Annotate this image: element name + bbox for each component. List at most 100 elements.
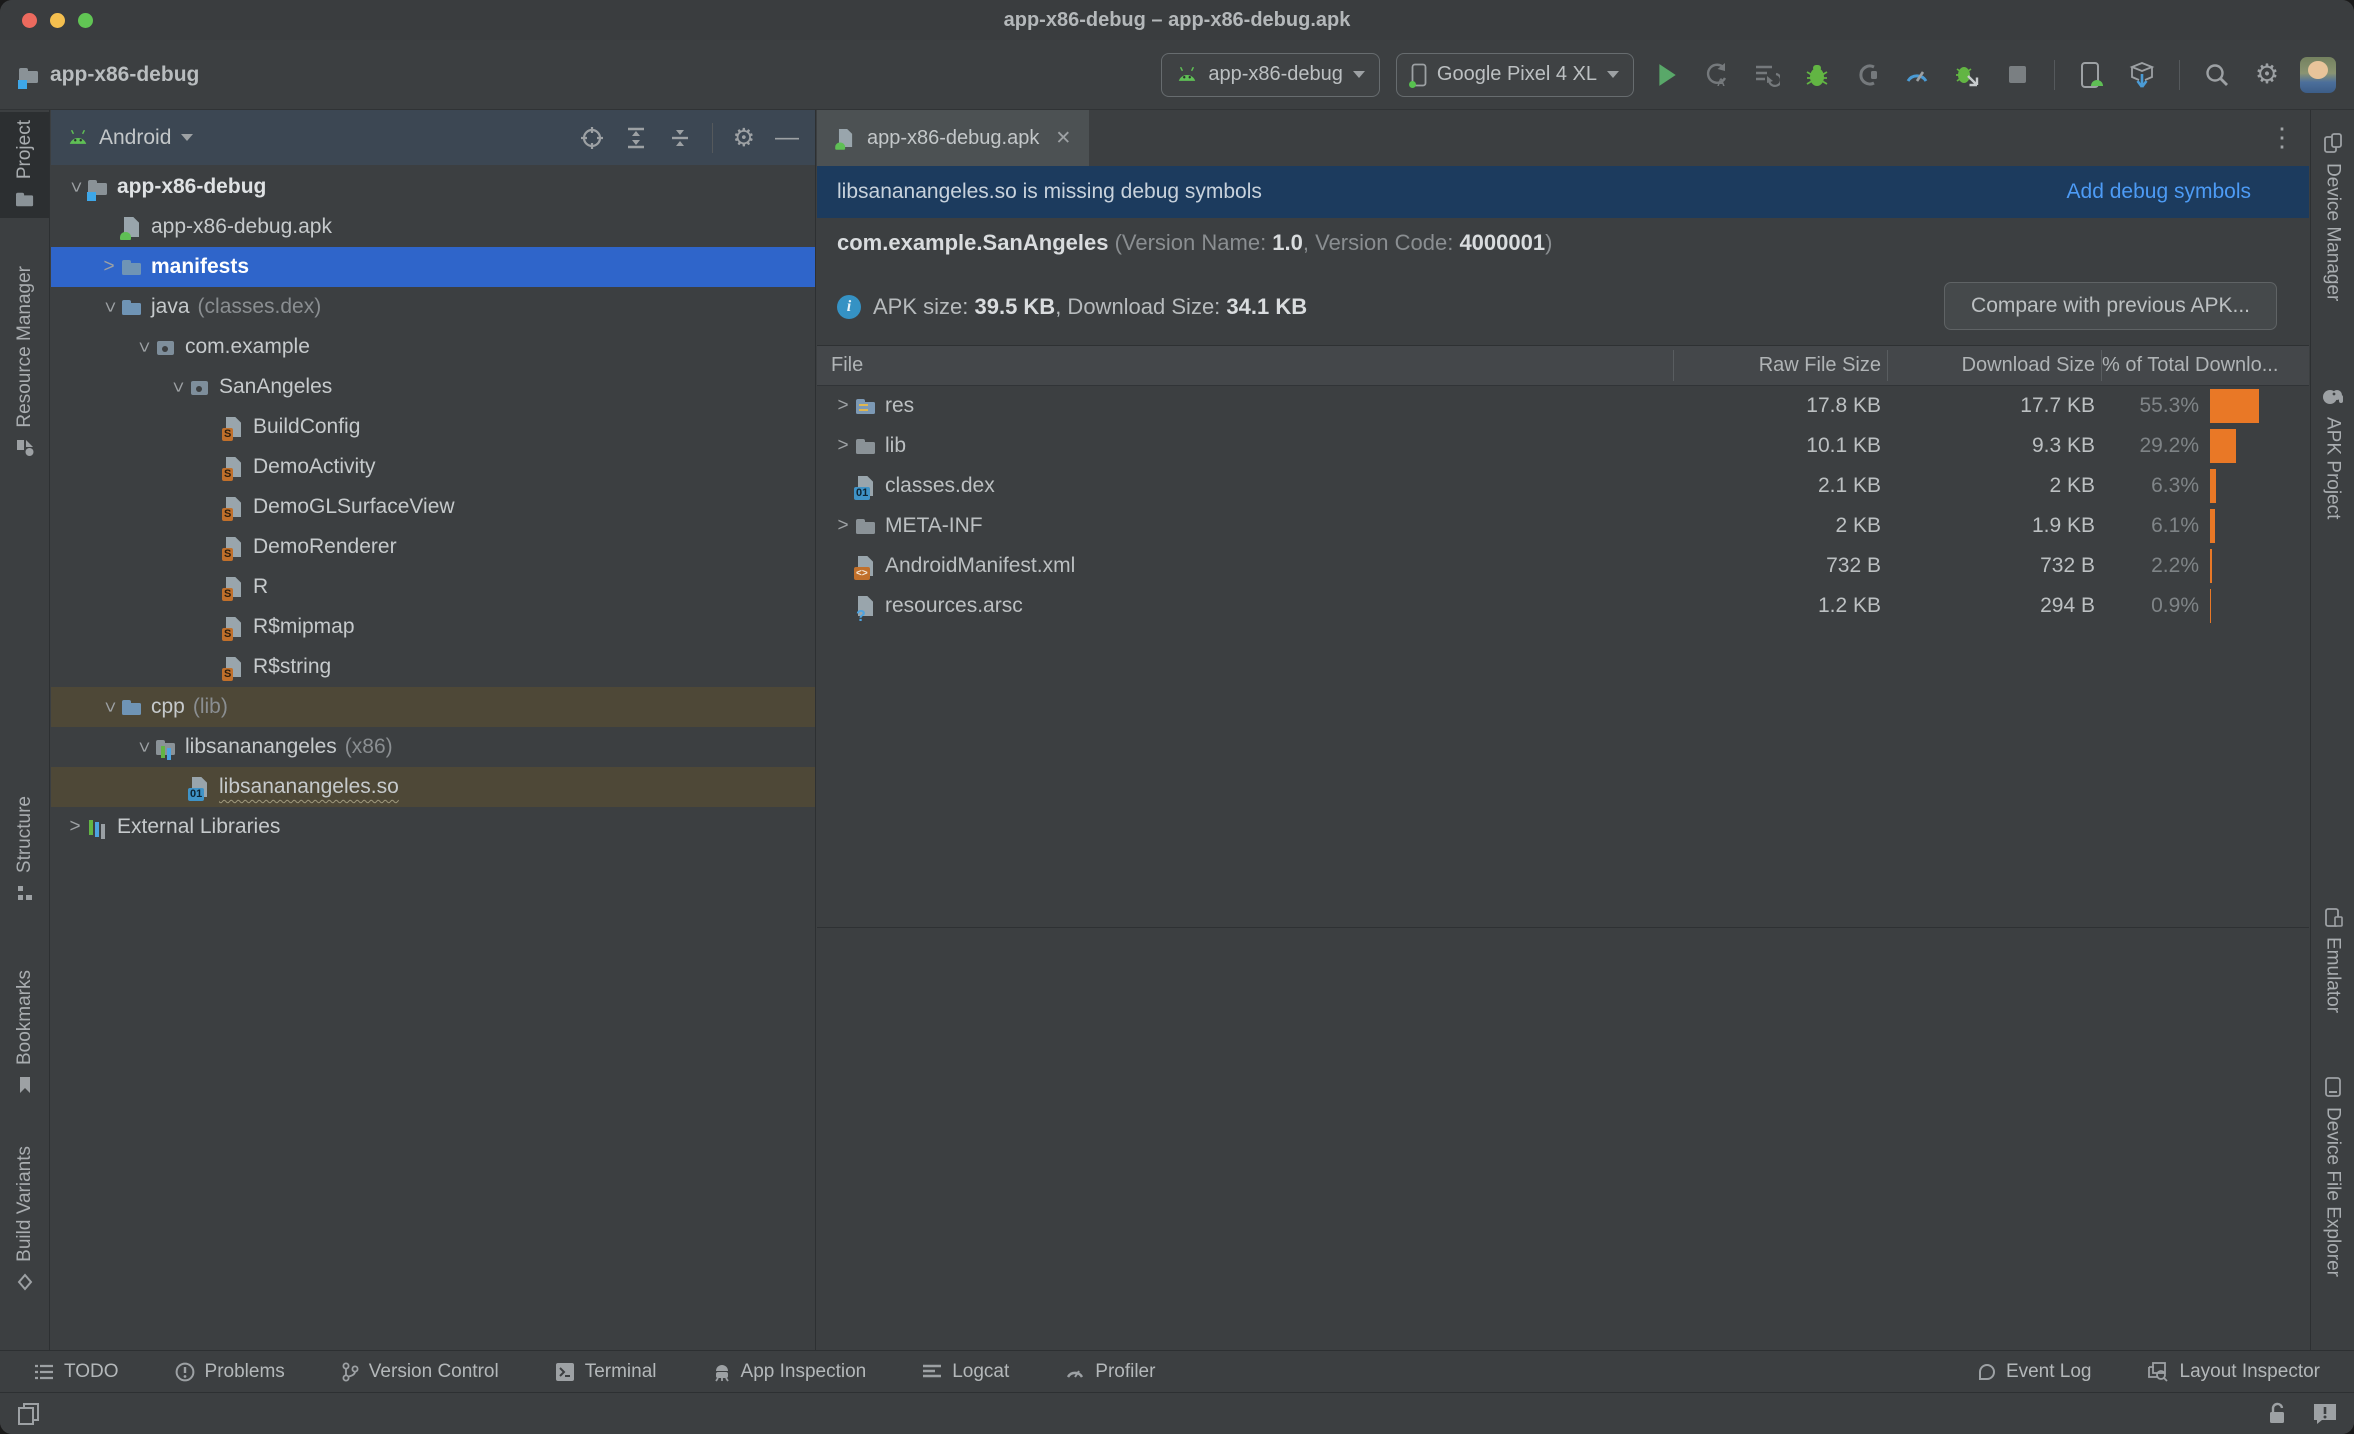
close-tab-icon[interactable]: ✕	[1055, 127, 1071, 150]
table-row[interactable]: ? resources.arsc 1.2 KB 294 B 0.9%	[817, 586, 2309, 626]
tool-button-problems[interactable]: Problems	[175, 1361, 285, 1383]
column-header-file[interactable]: File	[831, 354, 863, 377]
tree-row[interactable]: S R$mipmap	[51, 607, 815, 647]
tab-label: app-x86-debug.apk	[867, 126, 1040, 149]
table-row[interactable]: 01 classes.dex 2.1 KB 2 KB 6.3%	[817, 466, 2309, 506]
tool-button-profiler[interactable]: Profiler	[1065, 1361, 1155, 1383]
chevron-collapsed-icon[interactable]	[831, 515, 855, 537]
sidebar-item-apk-project[interactable]: APK Project	[2311, 378, 2354, 527]
editor-area: app-x86-debug.apk ✕ ⋮ libsananangeles.so…	[817, 110, 2309, 1350]
tree-row[interactable]: External Libraries	[51, 807, 815, 847]
tree-row-highlighted[interactable]: 01 libsananangeles.so	[51, 767, 815, 807]
zoom-window-button[interactable]	[78, 13, 93, 28]
chevron-collapsed-icon[interactable]	[97, 256, 121, 278]
apply-changes-button[interactable]: A	[1700, 58, 1734, 92]
chevron-expanded-icon[interactable]	[98, 695, 120, 719]
compare-apk-button[interactable]: Compare with previous APK...	[1944, 282, 2277, 330]
user-avatar[interactable]	[2300, 56, 2336, 93]
profile-low-overhead-button[interactable]	[1950, 58, 1984, 92]
sidebar-item-device-file-explorer[interactable]: Device File Explorer	[2311, 1068, 2354, 1285]
tree-row-selected[interactable]: manifests	[51, 247, 815, 287]
settings-gear-icon[interactable]: ⚙	[2250, 58, 2284, 92]
chevron-collapsed-icon[interactable]	[63, 816, 87, 838]
tool-button-logcat[interactable]: Logcat	[922, 1361, 1009, 1383]
tree-row[interactable]: S DemoGLSurfaceView	[51, 487, 815, 527]
locate-file-button[interactable]	[580, 126, 604, 150]
sidebar-item-device-manager[interactable]: Device Manager	[2311, 124, 2354, 309]
class-file-icon: S	[222, 496, 245, 521]
project-breadcrumb[interactable]: app-x86-debug	[18, 63, 199, 89]
chevron-down-icon[interactable]	[181, 134, 194, 141]
right-tool-stripe: Device Manager APK Project Emulator Devi…	[2310, 110, 2354, 1350]
tree-row[interactable]: app-x86-debug	[51, 167, 815, 207]
profile-button[interactable]	[1900, 58, 1934, 92]
expand-all-button[interactable]	[624, 126, 648, 150]
tool-button-layout-inspector[interactable]: Layout Inspector	[2147, 1361, 2320, 1383]
device-select[interactable]: Google Pixel 4 XL	[1395, 52, 1634, 97]
table-row[interactable]: res 17.8 KB 17.7 KB 55.3%	[817, 386, 2309, 426]
tree-row[interactable]: app-x86-debug.apk	[51, 207, 815, 247]
tree-row[interactable]: java (classes.dex)	[51, 287, 815, 327]
column-header-download-size[interactable]: Download Size	[1962, 354, 2095, 377]
editor-options-kebab-icon[interactable]: ⋮	[2269, 122, 2295, 153]
percent-bar	[2210, 509, 2215, 543]
tool-button-event-log[interactable]: Event Log	[1976, 1361, 2092, 1383]
table-row[interactable]: <> AndroidManifest.xml 732 B 732 B 2.2%	[817, 546, 2309, 586]
apply-code-changes-button[interactable]	[1750, 58, 1784, 92]
device-manager-button[interactable]	[2075, 58, 2109, 92]
tree-row[interactable]: S DemoRenderer	[51, 527, 815, 567]
notification-bubble-icon[interactable]	[2312, 1402, 2338, 1426]
hide-panel-icon[interactable]: —	[775, 124, 799, 152]
tree-row[interactable]: libsananangeles (x86)	[51, 727, 815, 767]
tree-row[interactable]: S R$string	[51, 647, 815, 687]
tree-row[interactable]: S R	[51, 567, 815, 607]
sidebar-item-bookmarks[interactable]: Bookmarks	[0, 962, 49, 1104]
collapse-all-button[interactable]	[668, 126, 692, 150]
sdk-manager-button[interactable]	[2125, 58, 2159, 92]
tree-row[interactable]: SanAngeles	[51, 367, 815, 407]
build-variants-icon	[14, 1271, 36, 1293]
tool-button-terminal[interactable]: Terminal	[555, 1361, 657, 1383]
chevron-expanded-icon[interactable]	[98, 295, 120, 319]
sidebar-item-emulator[interactable]: Emulator	[2311, 898, 2354, 1021]
tree-row[interactable]: S BuildConfig	[51, 407, 815, 447]
write-access-lock-icon[interactable]	[2266, 1402, 2288, 1426]
project-view-header: Android ⚙ —	[51, 110, 815, 165]
chevron-expanded-icon[interactable]	[132, 735, 154, 759]
sidebar-item-structure[interactable]: Structure	[0, 788, 49, 912]
apk-file-icon	[835, 128, 856, 150]
table-row[interactable]: lib 10.1 KB 9.3 KB 29.2%	[817, 426, 2309, 466]
run-configuration-select[interactable]: app-x86-debug	[1161, 52, 1380, 97]
tree-row[interactable]: S DemoActivity	[51, 447, 815, 487]
column-header-raw-size[interactable]: Raw File Size	[1759, 354, 1881, 377]
chevron-expanded-icon[interactable]	[132, 335, 154, 359]
minimize-window-button[interactable]	[50, 13, 65, 28]
column-header-percent[interactable]: % of Total Downlo...	[2102, 354, 2278, 377]
debug-button[interactable]	[1800, 58, 1834, 92]
tree-row-highlighted[interactable]: cpp (lib)	[51, 687, 815, 727]
apk-contents-table: File Raw File Size Download Size % of To…	[817, 345, 2309, 928]
stop-button[interactable]	[2000, 58, 2034, 92]
sidebar-item-resource-manager[interactable]: Resource Manager	[0, 258, 49, 467]
run-button[interactable]	[1650, 58, 1684, 92]
chevron-expanded-icon[interactable]	[166, 375, 188, 399]
tab-apk-analyzer[interactable]: app-x86-debug.apk ✕	[817, 110, 1090, 166]
tool-button-version-control[interactable]: Version Control	[341, 1361, 499, 1383]
chevron-collapsed-icon[interactable]	[831, 395, 855, 417]
attach-debugger-button[interactable]	[1850, 58, 1884, 92]
close-window-button[interactable]	[22, 13, 37, 28]
search-everywhere-button[interactable]	[2200, 58, 2234, 92]
table-row[interactable]: META-INF 2 KB 1.9 KB 6.1%	[817, 506, 2309, 546]
sidebar-item-project[interactable]: Project	[0, 112, 49, 219]
chevron-collapsed-icon[interactable]	[831, 435, 855, 457]
add-debug-symbols-link[interactable]: Add debug symbols	[2067, 180, 2251, 204]
project-view-selector[interactable]: Android	[99, 126, 171, 150]
tool-button-app-inspection[interactable]: App Inspection	[713, 1361, 866, 1383]
panel-settings-gear-icon[interactable]: ⚙	[733, 123, 755, 153]
tool-window-switcher-icon[interactable]	[16, 1401, 42, 1427]
chevron-expanded-icon[interactable]	[64, 175, 86, 199]
tool-button-todo[interactable]: TODO	[34, 1361, 119, 1383]
dex-file-icon: 01	[854, 475, 877, 500]
tree-row[interactable]: com.example	[51, 327, 815, 367]
sidebar-item-build-variants[interactable]: Build Variants	[0, 1138, 49, 1301]
